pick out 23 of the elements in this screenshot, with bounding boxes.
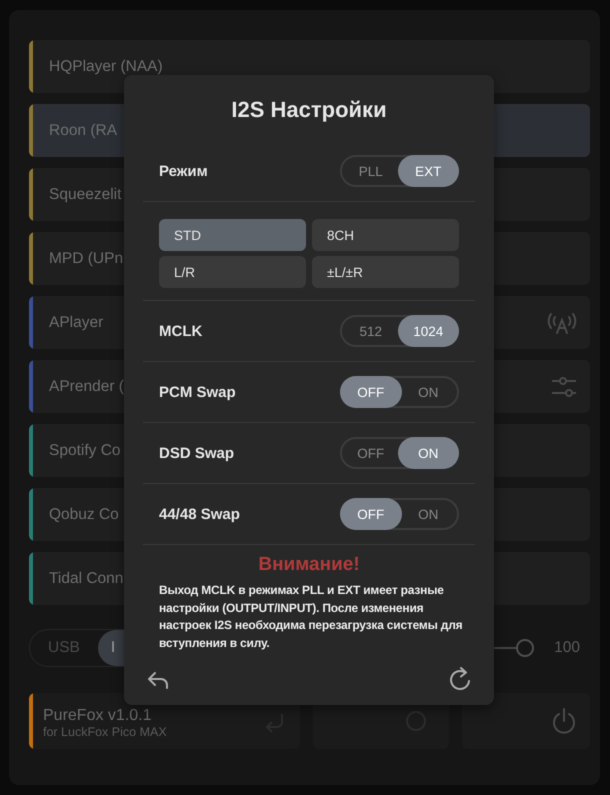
device-name: PureFox v1.0.1	[43, 707, 152, 725]
setting-label: 44/48 Swap	[159, 506, 240, 522]
format-option[interactable]: ±L/±R	[312, 256, 459, 288]
format-option[interactable]: STD	[159, 219, 306, 251]
toggle-option[interactable]: OFF	[340, 498, 402, 530]
warning-title: Внимание!	[257, 554, 361, 576]
device-subtitle: for LuckFox Pico MAX	[43, 725, 167, 739]
format-option[interactable]: L/R	[159, 256, 306, 288]
reload-icon[interactable]	[448, 667, 472, 693]
setting-label: PCM Swap	[159, 384, 236, 400]
toggle-option[interactable]: OFF	[340, 376, 402, 408]
warning-text: Выход MCLK в режимах PLL и EXT имеет разные настройки (OUTPUT/INPUT). После изменения настроек I2S необходима перезагрузка системы для вступления в силу.	[159, 582, 464, 652]
toggle-option[interactable]: 1024	[398, 315, 459, 347]
setting-label: DSD Swap	[159, 444, 234, 462]
power-icon	[551, 706, 577, 736]
setting-label: Режим	[159, 162, 208, 180]
format-option[interactable]: 8CH	[312, 219, 459, 251]
toggle-option[interactable]: EXT	[398, 155, 459, 187]
antenna-icon[interactable]	[546, 310, 578, 334]
toggle-option[interactable]: ON	[398, 437, 459, 469]
volume-value: 100	[554, 639, 580, 657]
dialog-title: I2S Настройки	[230, 96, 388, 124]
setting-label: MCLK	[159, 322, 202, 340]
